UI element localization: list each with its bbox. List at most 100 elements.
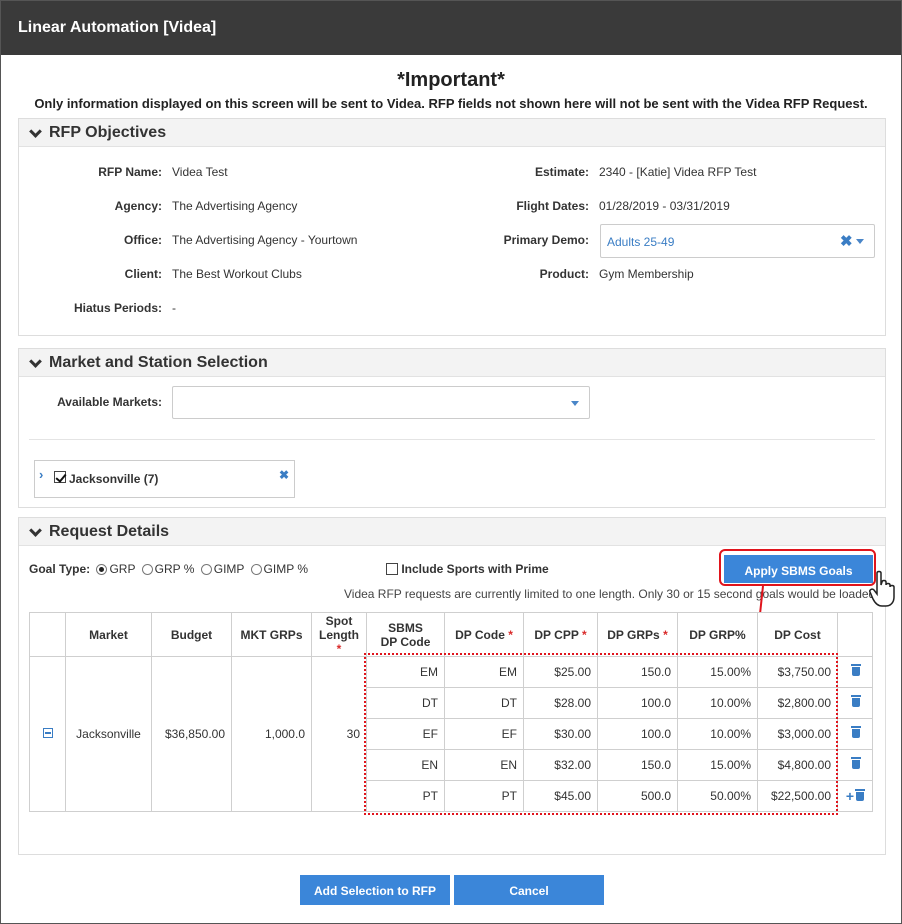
col-dp-cost: DP Cost: [757, 612, 838, 657]
market-station-title: Market and Station Selection: [49, 354, 268, 371]
selected-market-label: Jacksonville (7): [69, 472, 159, 486]
goal-gimp-pct-radio[interactable]: [250, 564, 262, 575]
include-sports-checkbox[interactable]: [386, 563, 398, 575]
col-dp-code: DP Code *: [444, 612, 524, 657]
goal-grp-pct-radio[interactable]: [141, 564, 153, 575]
important-notice: Only information displayed on this scree…: [34, 96, 868, 111]
estimate-label: Estimate:: [534, 165, 589, 179]
required-marker: *: [508, 627, 513, 642]
trash-icon[interactable]: [855, 789, 866, 801]
market-checkbox[interactable]: [54, 471, 66, 483]
col-spot-length-line2: Length: [319, 627, 359, 642]
request-details-header[interactable]: Request Details: [19, 518, 885, 546]
budget-cell: $36,850.00: [151, 656, 232, 812]
include-sports-group: Include Sports with Prime: [386, 562, 549, 576]
product-label: Product:: [539, 267, 589, 281]
col-dp-grps-label: DP GRPs: [607, 627, 660, 642]
col-expand: [29, 612, 66, 657]
collapse-cell: [29, 656, 66, 812]
estimate-value: 2340 - [Katie] Videa RFP Test: [599, 165, 757, 179]
goal-grp-radio[interactable]: [96, 564, 108, 575]
selected-market-chip: › Jacksonville (7) ✖: [34, 460, 295, 498]
chevron-down-icon: [29, 523, 42, 537]
request-details-title: Request Details: [49, 523, 170, 540]
hand-cursor-icon: [869, 570, 895, 607]
rfp-objectives-header[interactable]: RFP Objectives: [19, 119, 885, 147]
col-spot-length-line1: Spot: [325, 613, 353, 628]
flight-dates-value: 01/28/2019 - 03/31/2019: [599, 199, 730, 213]
mkt-grps-cell: 1,000.0: [231, 656, 312, 812]
hiatus-label: Hiatus Periods:: [73, 301, 162, 315]
table-header-row: Market Budget MKT GRPs Spot Length * SBMS…: [29, 612, 873, 657]
office-label: Office:: [123, 233, 162, 247]
window-title: Linear Automation [Videa]: [1, 1, 901, 55]
col-dp-code-label: DP Code: [455, 627, 505, 642]
actions-cell: +: [837, 780, 873, 812]
collapse-icon[interactable]: [42, 728, 53, 738]
col-market: Market: [65, 612, 152, 657]
apply-sbms-goals-button[interactable]: Apply SBMS Goals: [724, 555, 873, 583]
col-sbms-dp-code: SBMS DP Code: [366, 612, 445, 657]
col-budget: Budget: [151, 612, 232, 657]
goal-option-label: GIMP: [213, 562, 245, 576]
col-mkt-grps: MKT GRPs: [231, 612, 312, 657]
goal-type-group: Goal Type: GRP GRP % GIMP GIMP %: [29, 562, 308, 576]
col-dp-grps: DP GRPs *: [597, 612, 678, 657]
available-markets-label: Available Markets:: [57, 395, 162, 409]
agency-value: The Advertising Agency: [172, 199, 298, 213]
client-label: Client:: [124, 267, 162, 281]
required-marker: *: [663, 627, 668, 642]
trash-icon[interactable]: [851, 695, 861, 707]
available-markets-select[interactable]: [172, 386, 590, 419]
client-value: The Best Workout Clubs: [172, 267, 302, 281]
add-row-icon[interactable]: +: [846, 788, 854, 804]
dropdown-caret-icon[interactable]: [571, 401, 579, 406]
required-marker: *: [336, 641, 342, 656]
videa-modal: Linear Automation [Videa] *Important* On…: [0, 0, 902, 924]
col-actions: [837, 612, 873, 657]
actions-cell: [837, 718, 873, 750]
rfp-name-label: RFP Name:: [98, 165, 162, 179]
primary-demo-label: Primary Demo:: [503, 233, 589, 247]
product-value: Gym Membership: [599, 267, 694, 281]
actions-cell: [837, 687, 873, 719]
highlight-dotted-box: [364, 653, 838, 815]
goal-option-label: GRP: [109, 562, 136, 576]
primary-demo-select[interactable]: Adults 25-49 ✖: [600, 224, 875, 258]
col-spot-length: Spot Length *: [311, 612, 367, 657]
cancel-button[interactable]: Cancel: [454, 875, 604, 905]
rfp-objectives-title: RFP Objectives: [49, 124, 167, 141]
goal-gimp-radio[interactable]: [200, 564, 212, 575]
actions-cell: [837, 656, 873, 688]
divider: [29, 439, 875, 440]
expand-chevron-icon[interactable]: ›: [39, 467, 43, 482]
col-dp-grp-pct: DP GRP%: [677, 612, 758, 657]
col-sbms-line2: DP Code: [380, 634, 431, 649]
add-selection-button[interactable]: Add Selection to RFP: [300, 875, 450, 905]
goal-option-label: GIMP %: [263, 562, 309, 576]
chevron-down-icon: [29, 354, 42, 368]
include-sports-label: Include Sports with Prime: [401, 562, 549, 576]
office-value: The Advertising Agency - Yourtown: [172, 233, 358, 247]
trash-icon[interactable]: [851, 664, 861, 676]
col-dp-cpp: DP CPP *: [523, 612, 598, 657]
required-marker: *: [581, 627, 587, 642]
hiatus-value: -: [172, 301, 176, 315]
important-heading: *Important*: [397, 69, 505, 91]
trash-icon[interactable]: [851, 726, 861, 738]
dropdown-caret-icon[interactable]: [856, 239, 864, 244]
flight-dates-label: Flight Dates:: [516, 199, 589, 213]
length-notice: Videa RFP requests are currently limited…: [344, 587, 879, 601]
agency-label: Agency:: [114, 199, 162, 213]
trash-icon[interactable]: [851, 757, 861, 769]
chevron-down-icon: [29, 124, 42, 138]
goal-type-label: Goal Type:: [29, 562, 91, 576]
spot-length-cell: 30: [311, 656, 367, 812]
primary-demo-value: Adults 25-49: [607, 235, 675, 249]
actions-cell: [837, 749, 873, 781]
clear-icon[interactable]: ✖: [840, 232, 853, 250]
goal-option-label: GRP %: [154, 562, 195, 576]
market-cell: Jacksonville: [65, 656, 152, 812]
market-station-header[interactable]: Market and Station Selection: [19, 349, 885, 377]
remove-market-icon[interactable]: ✖: [279, 468, 289, 482]
